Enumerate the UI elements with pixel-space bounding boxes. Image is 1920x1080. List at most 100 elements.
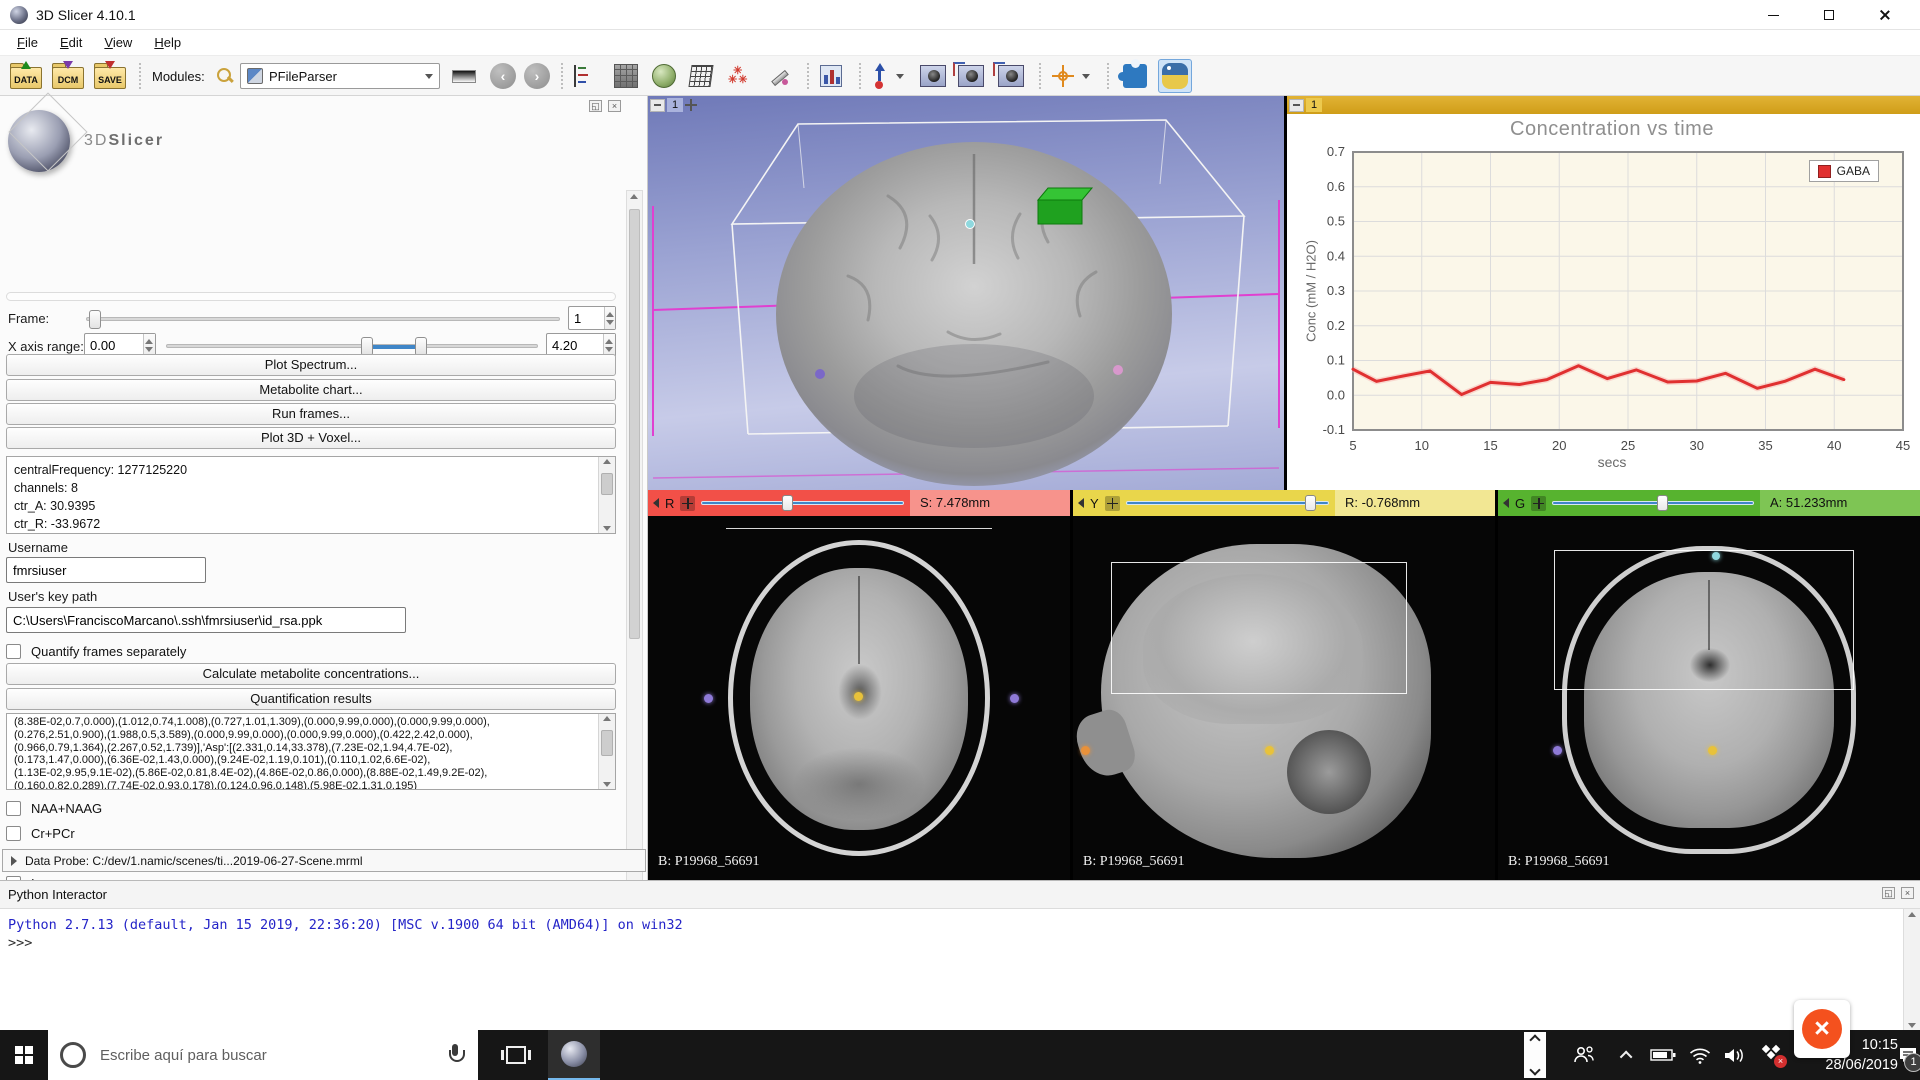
scene-view-button[interactable] xyxy=(958,56,984,96)
place-fiducial-button[interactable] xyxy=(872,56,886,96)
frame-slider-handle[interactable] xyxy=(89,310,101,329)
close-panel-icon[interactable]: × xyxy=(608,100,621,112)
green-slice-slider[interactable] xyxy=(1552,495,1754,511)
green-slider-handle[interactable] xyxy=(1657,495,1668,511)
layout-button[interactable] xyxy=(452,56,476,96)
collapse-view-icon[interactable] xyxy=(650,99,665,112)
red-slider-handle[interactable] xyxy=(782,495,793,511)
header-info-textarea[interactable]: centralFrequency: 1277125220 channels: 8… xyxy=(6,456,616,534)
crosshair-dropdown[interactable] xyxy=(1082,56,1090,96)
microphone-icon[interactable] xyxy=(448,1044,462,1066)
menu-help[interactable]: Help xyxy=(145,32,190,53)
quantify-checkbox-box[interactable] xyxy=(6,644,21,659)
xaxis-range-slider[interactable] xyxy=(166,344,538,348)
crosshair-button[interactable] xyxy=(1052,56,1074,96)
tray-people-button[interactable] xyxy=(1564,1030,1604,1080)
python-console[interactable]: Python 2.7.13 (default, Jan 15 2019, 22:… xyxy=(0,909,1920,1031)
collapse-view-icon[interactable] xyxy=(653,498,659,508)
chart-view[interactable]: 1 Concentration vs time -0.10.00.10.20.3… xyxy=(1287,96,1920,490)
volume-rendering-button[interactable] xyxy=(652,56,676,96)
python-console-scrollbar[interactable] xyxy=(1903,909,1920,1031)
frame-spin-arrows[interactable] xyxy=(604,307,615,329)
module-search-button[interactable] xyxy=(216,56,234,96)
quantification-results-button[interactable]: Quantification results xyxy=(6,688,616,710)
frame-slider[interactable] xyxy=(86,317,560,321)
taskbar-search[interactable]: Escribe aquí para buscar xyxy=(48,1030,478,1080)
menu-view[interactable]: View xyxy=(95,32,141,53)
models-button[interactable] xyxy=(690,56,712,96)
username-input[interactable] xyxy=(7,558,205,582)
plot-3d-voxel-button[interactable]: Plot 3D + Voxel... xyxy=(6,427,616,449)
restore-scene-view-button[interactable] xyxy=(998,56,1024,96)
minimize-button[interactable] xyxy=(1750,0,1796,30)
transforms-button[interactable] xyxy=(768,56,790,96)
red-slice-image[interactable]: B: P19968_56691 xyxy=(648,516,1070,880)
view-options-icon[interactable] xyxy=(1105,496,1120,511)
scroll-up-icon[interactable] xyxy=(1529,1034,1540,1045)
threeD-view[interactable]: 1 xyxy=(648,96,1284,490)
load-dicom-button[interactable]: DCM xyxy=(52,56,84,96)
start-button[interactable] xyxy=(0,1030,48,1080)
tray-wifi-button[interactable] xyxy=(1684,1030,1716,1080)
results-scrollbar[interactable] xyxy=(598,714,615,789)
keypath-field[interactable] xyxy=(6,607,406,633)
fiducial-dropdown[interactable] xyxy=(896,56,904,96)
view-options-icon[interactable] xyxy=(680,496,695,511)
module-history-button[interactable] xyxy=(574,56,596,96)
tray-sync-button[interactable]: × xyxy=(1754,1030,1792,1080)
calculate-concentrations-button[interactable]: Calculate metabolite concentrations... xyxy=(6,663,616,685)
metabolite-cr-checkbox[interactable]: Cr+PCr xyxy=(6,821,102,846)
load-data-button[interactable]: DATA xyxy=(10,56,42,96)
frame-value-input[interactable] xyxy=(569,307,604,329)
yellow-slice-image[interactable]: B: P19968_56691 xyxy=(1073,516,1495,880)
task-view-button[interactable] xyxy=(492,1030,540,1080)
xaxis-max-spin-arrows[interactable] xyxy=(603,334,615,356)
menu-file[interactable]: File xyxy=(8,32,47,53)
frame-spinbox[interactable] xyxy=(568,306,616,330)
volumes-module-button[interactable] xyxy=(614,56,638,96)
green-slice-view[interactable]: G A: 51.233mm B: P19968_56691 xyxy=(1498,490,1920,880)
module-back-button[interactable]: ‹ xyxy=(490,56,516,96)
close-panel-icon[interactable]: × xyxy=(1901,887,1914,899)
chart-layout-button[interactable] xyxy=(820,56,842,96)
data-probe-bar[interactable]: Data Probe: C:/dev/1.namic/scenes/ti...2… xyxy=(2,849,646,872)
info-scrollbar[interactable] xyxy=(598,457,615,533)
collapse-view-icon[interactable] xyxy=(1078,498,1084,508)
green-slice-image[interactable]: B: P19968_56691 xyxy=(1498,516,1920,880)
scroll-down-icon[interactable] xyxy=(1529,1064,1540,1075)
xaxis-max-input[interactable] xyxy=(547,334,603,356)
module-selector[interactable]: PFileParser xyxy=(240,56,440,96)
metabolite-chart-button[interactable]: Metabolite chart... xyxy=(6,379,616,401)
tray-hidden-icons-button[interactable] xyxy=(1612,1030,1642,1080)
save-button[interactable]: SAVE xyxy=(94,56,126,96)
red-slice-view[interactable]: R S: 7.478mm B: P19968_56691 xyxy=(648,490,1070,880)
undock-panel-icon[interactable]: ◱ xyxy=(1882,887,1895,899)
view-options-icon[interactable] xyxy=(1531,496,1546,511)
results-scrollbar-thumb[interactable] xyxy=(601,730,613,756)
yellow-slice-view[interactable]: Y R: -0.768mm B: P19968_56691 xyxy=(1073,490,1495,880)
checkbox-box[interactable] xyxy=(6,801,21,816)
taskbar-scroll-buttons[interactable] xyxy=(1524,1032,1546,1078)
taskbar-slicer-app[interactable] xyxy=(548,1030,600,1080)
undock-panel-icon[interactable]: ◱ xyxy=(589,100,602,112)
tray-battery-button[interactable] xyxy=(1646,1030,1680,1080)
quantification-results-textarea[interactable]: (8.38E-02,0.7,0.000),(1.012,0.74,1.008),… xyxy=(6,713,616,790)
plot-spectrum-button[interactable]: Plot Spectrum... xyxy=(6,354,616,376)
notification-close-button[interactable]: × xyxy=(1794,1000,1850,1058)
module-forward-button[interactable]: › xyxy=(524,56,550,96)
run-frames-button[interactable]: Run frames... xyxy=(6,403,616,425)
yellow-slice-slider[interactable] xyxy=(1126,495,1329,511)
pin-icon[interactable] xyxy=(685,99,697,111)
collapse-view-icon[interactable] xyxy=(1289,99,1304,112)
metabolite-naa-checkbox[interactable]: NAA+NAAG xyxy=(6,796,102,821)
tray-volume-button[interactable] xyxy=(1718,1030,1752,1080)
quantify-frames-checkbox[interactable]: Quantify frames separately xyxy=(6,639,186,664)
collapse-view-icon[interactable] xyxy=(1503,498,1509,508)
extensions-button[interactable] xyxy=(1118,59,1152,93)
module-panel-scrollbar[interactable] xyxy=(626,190,643,942)
close-button[interactable] xyxy=(1862,0,1908,30)
markups-button[interactable]: ✳✳✳ xyxy=(728,56,748,96)
keypath-input[interactable] xyxy=(7,608,405,632)
python-console-button[interactable] xyxy=(1158,59,1192,93)
module-panel-scrollbar-thumb[interactable] xyxy=(629,209,640,639)
